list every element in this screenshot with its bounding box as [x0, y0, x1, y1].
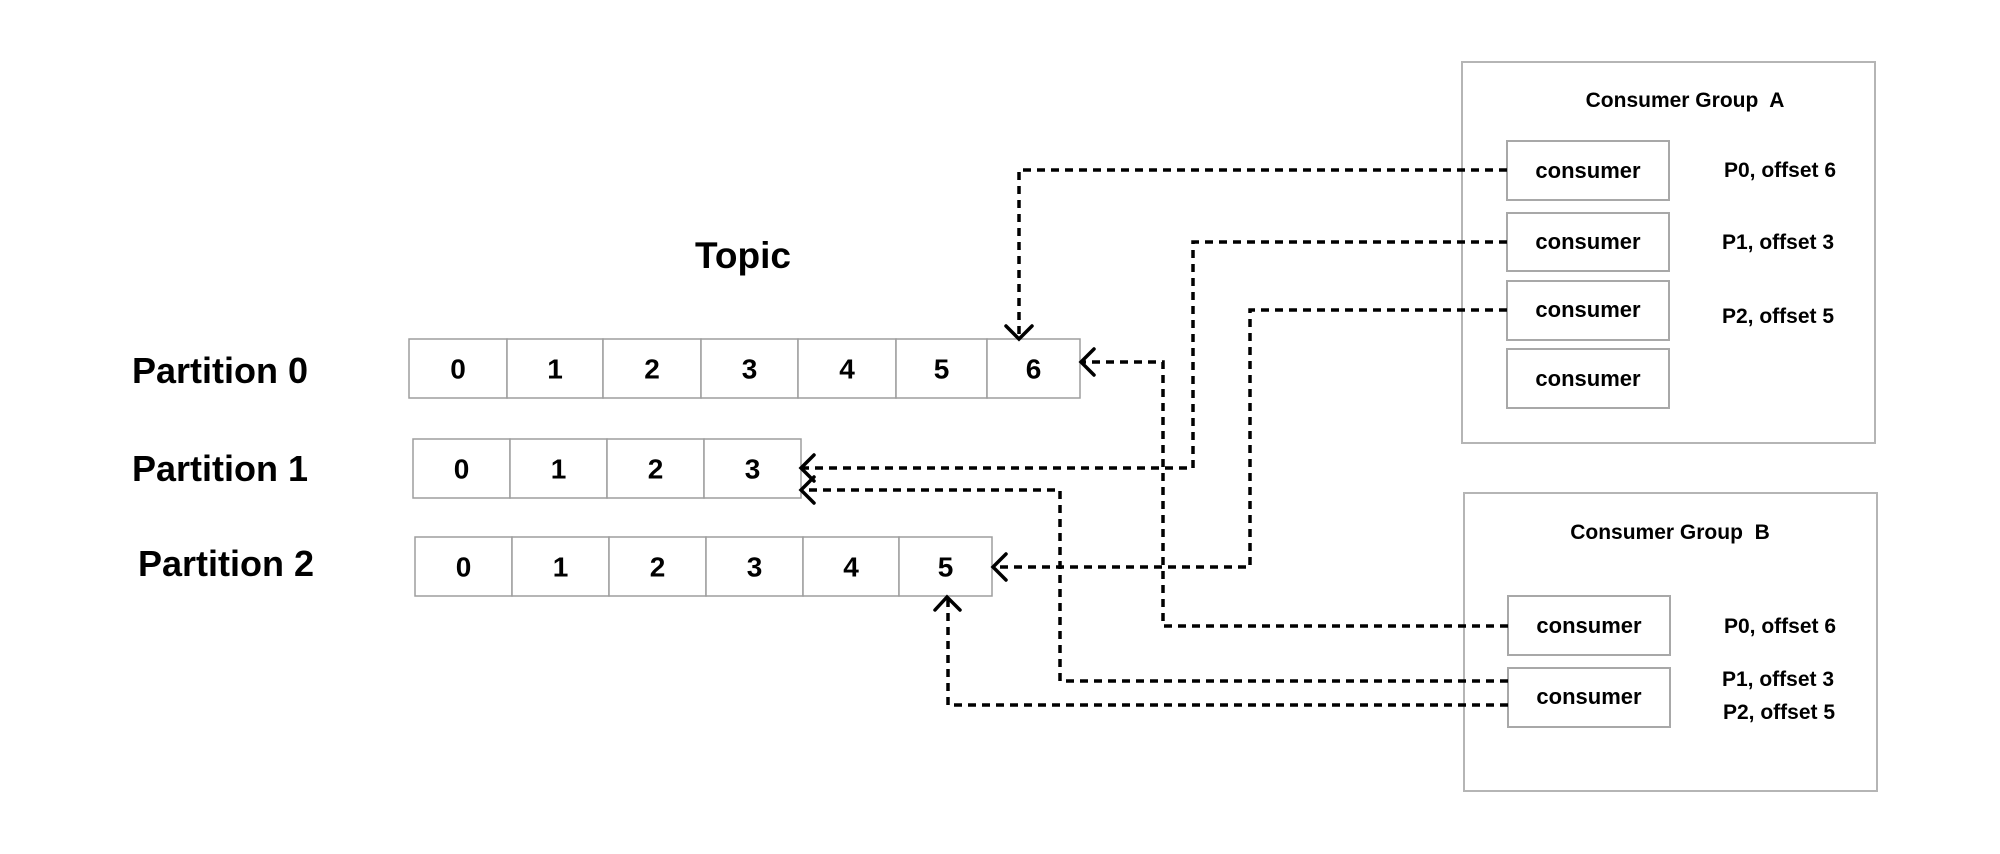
assignment-label: P2, offset 5 — [1723, 701, 1835, 724]
partition-cells: 0 1 2 3 — [412, 438, 802, 499]
offset-label: 1 — [547, 354, 563, 385]
offset-label: 3 — [747, 552, 763, 583]
consumer-node[interactable]: consumer — [1507, 667, 1671, 728]
partition-label: Partition 0 — [132, 350, 308, 391]
offset-cell: 3 — [703, 438, 802, 499]
offset-cell: 4 — [797, 338, 897, 399]
offset-label: 1 — [551, 454, 567, 485]
consumer-group-title: Consumer Group A — [1586, 89, 1785, 112]
offset-label: 3 — [745, 454, 761, 485]
consumer-node[interactable]: consumer — [1506, 140, 1670, 201]
connections — [798, 168, 1508, 707]
offset-cell: 3 — [700, 338, 799, 399]
offset-cell: 3 — [705, 536, 804, 597]
consumer-group-title: Consumer Group B — [1570, 521, 1770, 544]
offset-label: 4 — [839, 354, 855, 385]
offset-cell: 0 — [414, 536, 513, 597]
consumer-label: consumer — [1535, 366, 1641, 391]
offset-cell: 2 — [606, 438, 705, 499]
offset-label: 0 — [450, 354, 466, 385]
offset-cell: 1 — [509, 438, 608, 499]
offset-label: 3 — [742, 354, 758, 385]
consumer-label: consumer — [1536, 684, 1642, 709]
offset-cell: 2 — [608, 536, 707, 597]
offset-cell: 5 — [898, 536, 993, 597]
offset-label: 2 — [648, 454, 664, 485]
offset-cell: 1 — [506, 338, 604, 399]
assignment-label: P0, offset 6 — [1724, 159, 1836, 182]
partition-row-2: Partition 2 0 1 2 3 4 5 — [138, 536, 993, 597]
consumer-label: consumer — [1535, 297, 1641, 322]
consumer-label: consumer — [1536, 613, 1642, 638]
assignment-label: P1, offset 3 — [1722, 668, 1834, 691]
partition-label: Partition 2 — [138, 543, 314, 584]
offset-cell: 4 — [802, 536, 900, 597]
offset-cell: 2 — [602, 338, 702, 399]
partition-cells: 0 1 2 3 4 5 6 — [408, 338, 1081, 399]
assignment-label: P1, offset 3 — [1722, 231, 1834, 254]
consumer-node[interactable]: consumer — [1506, 212, 1670, 272]
offset-cell: 0 — [408, 338, 508, 399]
offset-cell: 6 — [986, 338, 1081, 399]
consumer-node[interactable]: consumer — [1506, 280, 1670, 341]
offset-cell: 5 — [895, 338, 988, 399]
offset-label: 5 — [934, 354, 950, 385]
offset-label: 1 — [553, 552, 569, 583]
connector-a0-p0 — [1017, 168, 1507, 337]
partition-row-1: Partition 1 0 1 2 3 — [132, 438, 802, 499]
connector-b1-p2 — [946, 598, 1508, 707]
kafka-consumer-group-diagram: Topic Partition 0 0 1 2 3 4 5 6 Partition 1 0 1… — [132, 61, 1878, 792]
offset-label: 4 — [843, 552, 859, 583]
consumer-label: consumer — [1535, 229, 1641, 254]
topic-title: Topic — [695, 235, 791, 276]
offset-label: 5 — [938, 552, 954, 583]
consumer-group-b: Consumer Group B consumer P0, offset 6 c… — [1463, 492, 1878, 792]
partition-row-0: Partition 0 0 1 2 3 4 5 6 — [132, 338, 1081, 399]
consumer-node[interactable]: consumer — [1506, 348, 1670, 409]
assignment-label: P0, offset 6 — [1724, 615, 1836, 638]
offset-label: 2 — [644, 354, 660, 385]
offset-label: 6 — [1026, 354, 1042, 385]
offset-label: 0 — [454, 454, 470, 485]
assignment-label: P2, offset 5 — [1722, 305, 1834, 328]
offset-label: 0 — [456, 552, 472, 583]
consumer-node[interactable]: consumer — [1507, 595, 1671, 656]
offset-cell: 0 — [412, 438, 511, 499]
offset-label: 2 — [650, 552, 666, 583]
connector-b0-p0 — [1082, 360, 1508, 628]
consumer-label: consumer — [1535, 158, 1641, 183]
consumer-group-a: Consumer Group A consumer P0, offset 6 c… — [1461, 61, 1876, 444]
partition-label: Partition 1 — [132, 448, 308, 489]
offset-cell: 1 — [511, 536, 610, 597]
partition-cells: 0 1 2 3 4 5 — [414, 536, 993, 597]
